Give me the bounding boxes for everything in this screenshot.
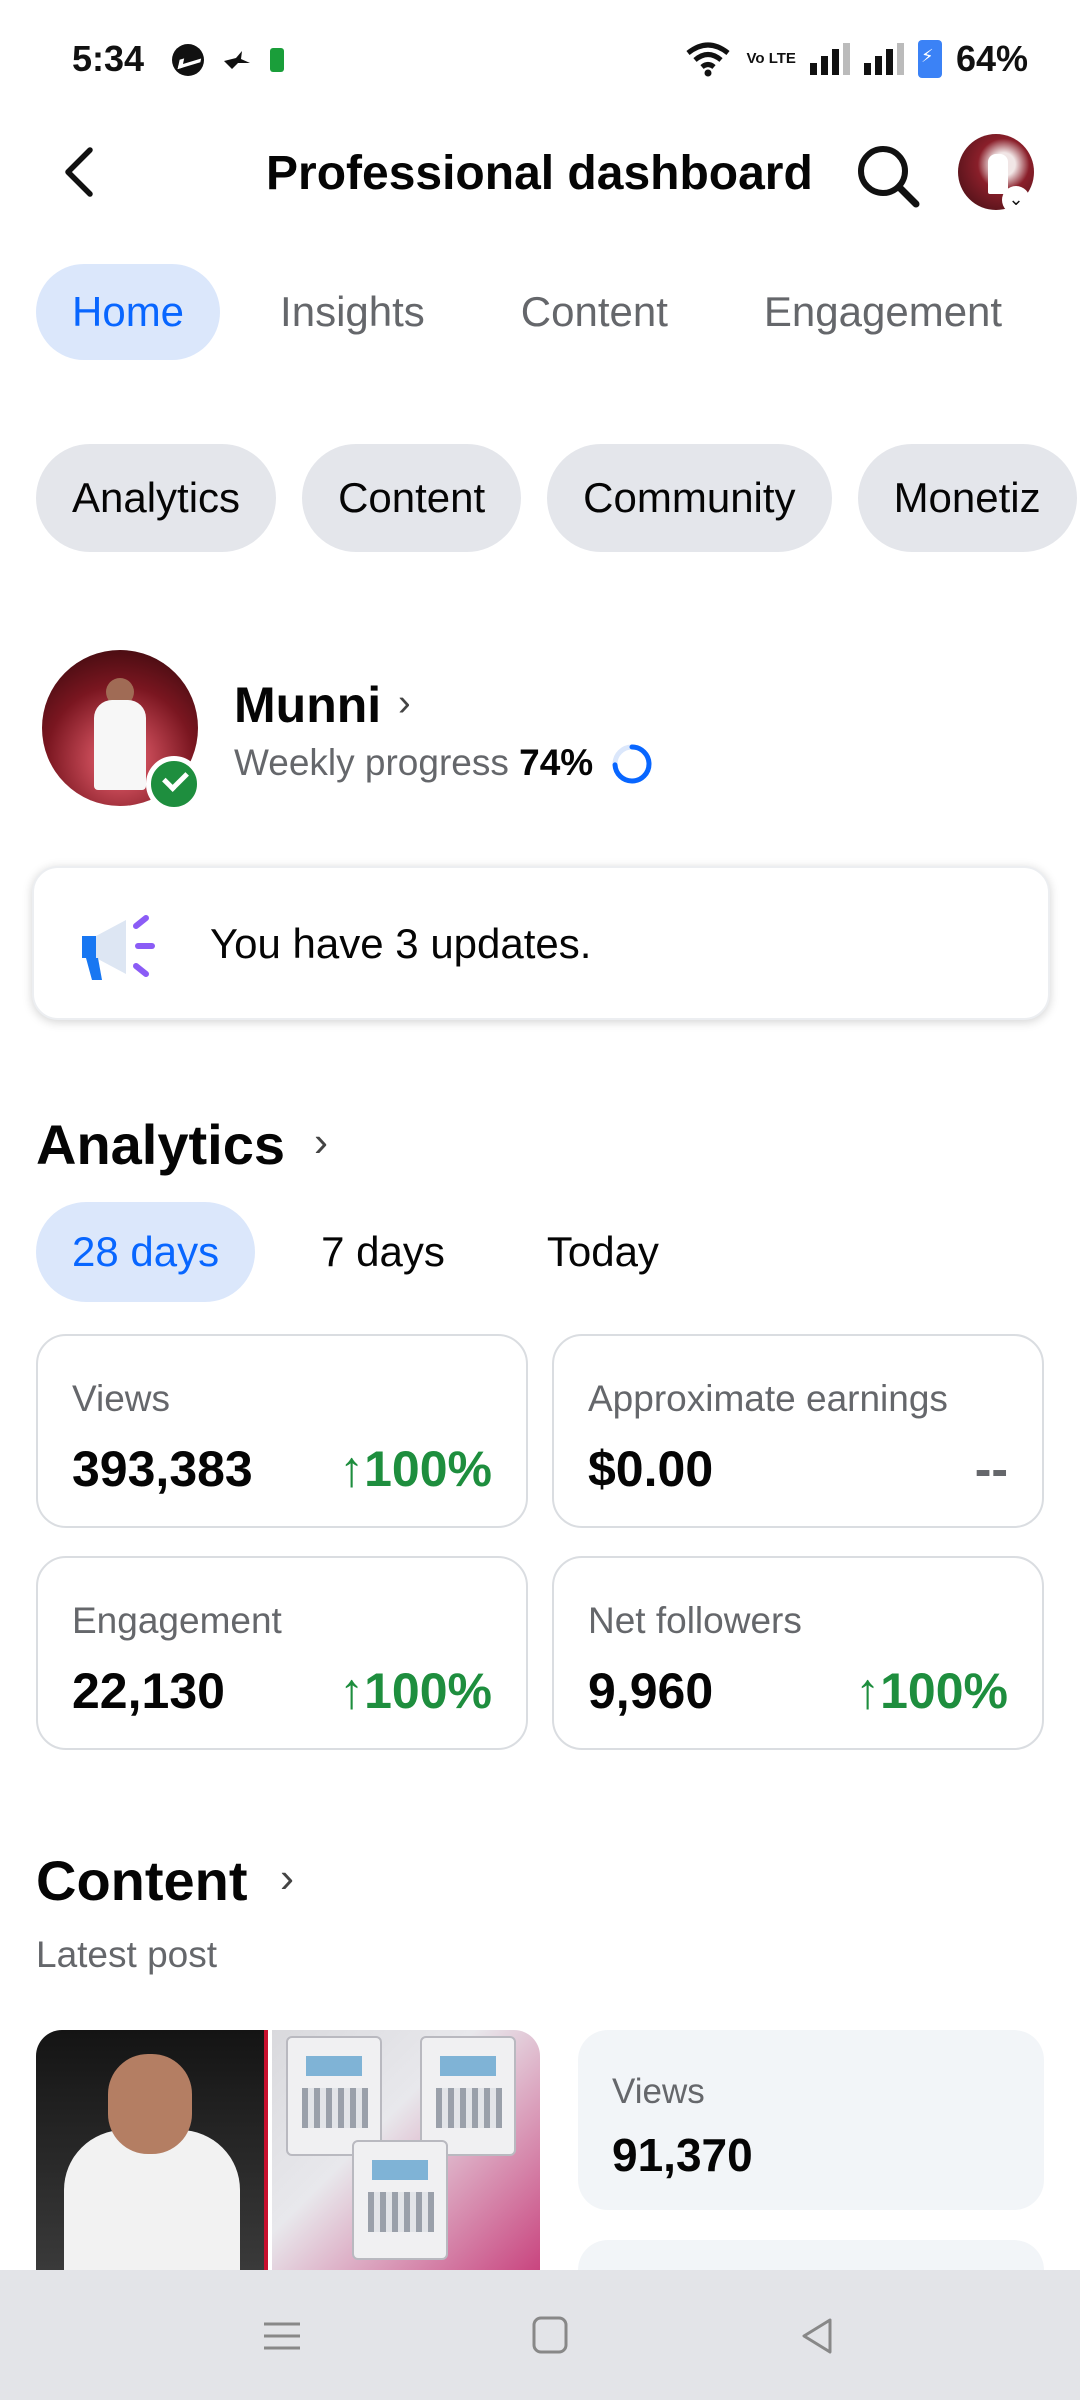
metric-delta: ↑100% [339,1663,492,1719]
metric-card-net-followers[interactable]: Net followers 9,960 ↑100% [552,1556,1044,1750]
updates-card[interactable]: You have 3 updates. [32,866,1050,1020]
chevron-down-icon[interactable]: ⌄ [1002,186,1030,214]
tab-insights[interactable]: Insights [244,264,461,360]
meter-image [286,2036,382,2156]
metric-label: Net followers [588,1600,802,1641]
metric-delta: ↑100% [855,1663,1008,1719]
page-title: Professional dashboard [266,147,813,200]
chevron-right-icon[interactable]: › [280,1854,294,1902]
metric-value: 393,383 [72,1441,253,1497]
metric-card-engagement[interactable]: Engagement 22,130 ↑100% [36,1556,528,1750]
post-thumbnail-meters [272,2030,540,2270]
metric-value: 9,960 [588,1663,714,1719]
range-today[interactable]: Today [511,1202,695,1302]
updates-text: You have 3 updates. [210,920,592,967]
date-range-tabs: 28 days 7 days Today [36,1202,695,1302]
latest-post-label: Latest post [36,1934,218,1975]
search-icon[interactable] [850,138,926,214]
volte-icon: Vo LTE [746,50,796,67]
post-stat-label: Views [612,2072,705,2111]
messenger-icon [172,44,204,76]
weekly-progress-value: 74% [519,742,594,783]
metric-delta: -- [974,1441,1008,1497]
weekly-progress-label: Weekly progress [234,742,509,783]
meter-image [352,2140,448,2260]
metric-label: Approximate earnings [588,1378,948,1419]
app-header: Professional dashboard ⌄ [0,120,1080,230]
metric-card-views[interactable]: Views 393,383 ↑100% [36,1334,528,1528]
back-nav-icon[interactable] [794,2314,842,2358]
metric-card-earnings[interactable]: Approximate earnings $0.00 -- [552,1334,1044,1528]
bird-icon [224,51,250,69]
status-bar: 5:34 Vo LTE 64% [0,0,1080,120]
chevron-right-icon[interactable]: › [398,682,411,725]
tab-home[interactable]: Home [36,264,221,360]
metric-value: 22,130 [72,1663,225,1719]
tab-content[interactable]: Content [485,264,704,360]
signal-icon-2 [863,43,904,75]
notification-icons [172,44,284,76]
meter-image [420,2036,516,2156]
progress-ring-icon [612,744,652,784]
post-stat-value: 91,370 [612,2129,753,2181]
system-navigation-bar [0,2270,1080,2400]
metric-delta: ↑100% [339,1441,492,1497]
system-status-icons: Vo LTE 64% [684,38,1028,80]
thumb-face [108,2054,192,2154]
range-28-days[interactable]: 28 days [36,1202,256,1302]
latest-post-thumbnail[interactable] [36,2030,540,2270]
section-chips: Analytics Content Community Monetiz [36,444,1077,552]
weekly-progress: Weekly progress 74% [234,742,593,784]
metric-value: $0.00 [588,1441,714,1497]
megaphone-icon [82,915,155,980]
avatar-figure [988,154,1008,194]
chip-community[interactable]: Community [547,444,832,552]
post-views-card[interactable]: Views 91,370 [578,2030,1044,2210]
status-time: 5:34 [72,38,145,79]
chip-content[interactable]: Content [302,444,522,552]
tab-engagement[interactable]: Engagement [728,264,1038,360]
analytics-heading[interactable]: Analytics [36,1112,285,1177]
home-icon[interactable] [526,2314,574,2358]
battery-icon [917,40,942,78]
chevron-right-icon[interactable]: › [314,1118,328,1166]
back-button[interactable] [52,142,112,202]
post-thumbnail-person [36,2030,268,2270]
content-heading[interactable]: Content [36,1848,248,1913]
phone-app-icon [270,48,284,72]
dashboard-tabs: Home Insights Content Engagement [36,264,1038,360]
range-7-days[interactable]: 7 days [285,1202,481,1302]
chip-analytics[interactable]: Analytics [36,444,277,552]
wifi-icon [686,42,731,77]
chip-monetization[interactable]: Monetiz [857,444,1077,552]
battery-percent: 64% [955,38,1028,79]
signal-icon-1 [809,43,850,75]
verified-check-icon [146,756,202,812]
metric-label: Engagement [72,1600,282,1641]
metric-label: Views [72,1378,171,1419]
profile-name[interactable]: Munni [234,676,381,734]
avatar-body [94,700,146,790]
menu-icon[interactable] [258,2314,306,2358]
